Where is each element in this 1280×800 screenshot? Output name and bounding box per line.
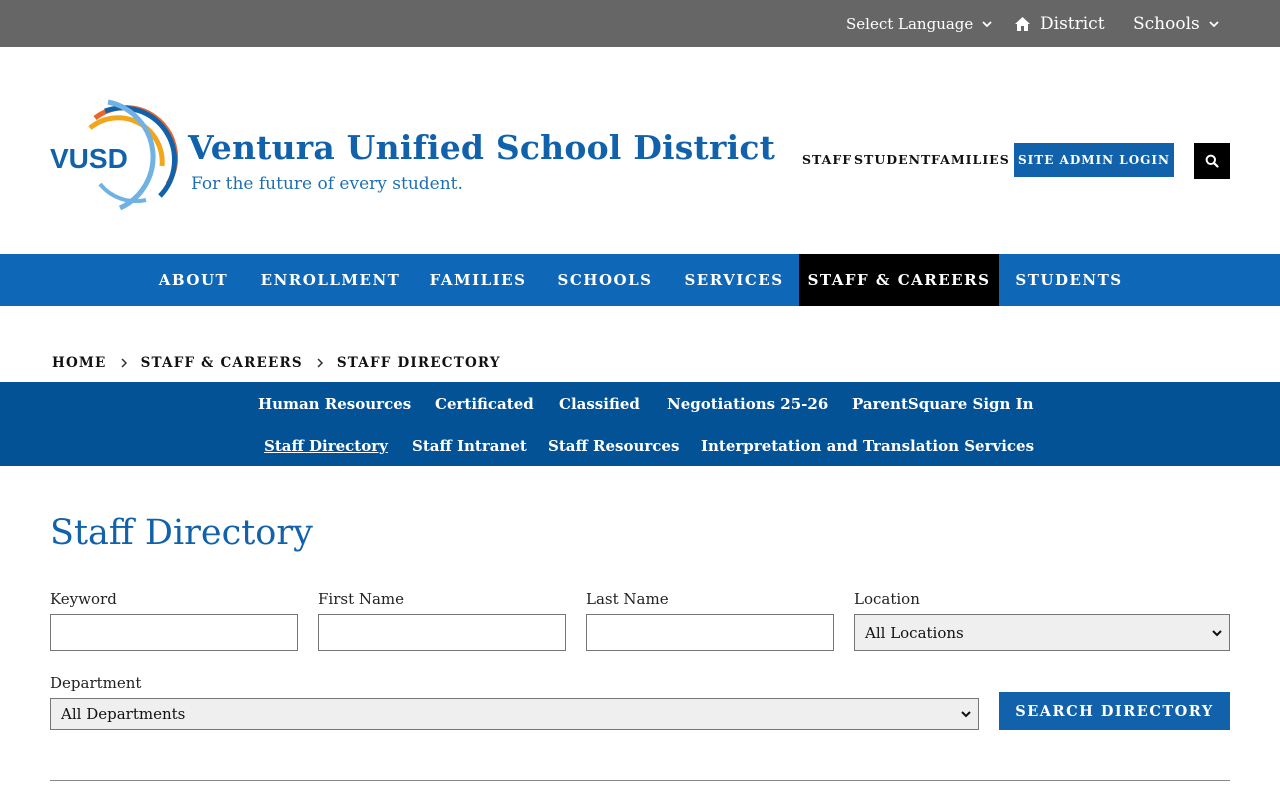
department-select[interactable]: All Departments	[50, 698, 979, 730]
nav-item-about[interactable]: ABOUT	[141, 254, 246, 306]
nav-item-students[interactable]: STUDENTS	[999, 254, 1139, 306]
subnav-staff-resources[interactable]: Staff Resources	[548, 437, 679, 455]
location-select-value: All Locations	[865, 623, 964, 642]
subnav-interpretation[interactable]: Interpretation and Translation Services	[701, 437, 1034, 455]
nav-item-families[interactable]: FAMILIES	[415, 254, 541, 306]
quick-link-staff[interactable]: STAFF	[802, 152, 852, 167]
home-icon	[1015, 16, 1030, 31]
quick-link-families[interactable]: FAMILIES	[931, 152, 1010, 167]
last-name-label: Last Name	[586, 590, 669, 608]
location-label: Location	[854, 590, 920, 608]
subnav-negotiations[interactable]: Negotiations 25-26	[667, 395, 828, 413]
location-select[interactable]: All Locations	[854, 614, 1230, 651]
last-name-input[interactable]	[586, 614, 834, 651]
breadcrumb: HOME STAFF & CAREERS STAFF DIRECTORY	[52, 355, 501, 371]
schools-dropdown[interactable]: Schools	[1133, 0, 1221, 47]
keyword-input[interactable]	[50, 614, 298, 651]
first-name-input[interactable]	[318, 614, 566, 651]
search-directory-button[interactable]: SEARCH DIRECTORY	[999, 692, 1230, 730]
first-name-label: First Name	[318, 590, 405, 608]
main-navigation: ABOUT ENROLLMENT FAMILIES SCHOOLS SERVIC…	[0, 254, 1280, 306]
chevron-down-icon	[1209, 20, 1219, 27]
subnav-staff-directory[interactable]: Staff Directory	[264, 437, 388, 455]
district-link-label: District	[1040, 13, 1105, 34]
subnav-parentsquare[interactable]: ParentSquare Sign In	[852, 395, 1034, 413]
search-button[interactable]	[1194, 143, 1230, 179]
nav-item-services[interactable]: SERVICES	[669, 254, 799, 306]
keyword-label: Keyword	[50, 590, 117, 608]
site-tagline: For the future of every student.	[191, 174, 463, 194]
chevron-down-icon	[1212, 629, 1222, 636]
subnav-staff-intranet[interactable]: Staff Intranet	[412, 437, 527, 455]
search-icon	[1205, 154, 1219, 168]
department-label: Department	[50, 674, 142, 692]
district-logo[interactable]: VUSD	[50, 96, 180, 212]
district-logo-mark: VUSD	[50, 99, 179, 211]
site-title[interactable]: Ventura Unified School District	[188, 128, 775, 167]
nav-item-enrollment[interactable]: ENROLLMENT	[246, 254, 415, 306]
language-selector[interactable]: Select Language	[846, 0, 994, 47]
district-link[interactable]: District	[1014, 0, 1105, 47]
nav-item-staff-careers[interactable]: STAFF & CAREERS	[799, 254, 999, 306]
site-admin-login-button[interactable]: SITE ADMIN LOGIN	[1014, 143, 1174, 177]
chevron-down-icon	[982, 20, 992, 27]
breadcrumb-home[interactable]: HOME	[52, 355, 107, 371]
language-selector-label: Select Language	[846, 14, 974, 33]
breadcrumb-staff-careers[interactable]: STAFF & CAREERS	[141, 355, 303, 371]
utility-bar: Select Language District Schools	[0, 0, 1280, 47]
chevron-right-icon	[317, 358, 323, 368]
subnav-classified[interactable]: Classified	[559, 395, 640, 413]
department-select-value: All Departments	[61, 705, 186, 723]
chevron-right-icon	[121, 358, 127, 368]
quick-link-student[interactable]: STUDENT	[854, 152, 931, 167]
subnav-human-resources[interactable]: Human Resources	[258, 395, 411, 413]
logo-text: VUSD	[50, 143, 128, 174]
subnav-certificated[interactable]: Certificated	[435, 395, 534, 413]
divider	[50, 780, 1230, 781]
schools-dropdown-label: Schools	[1133, 13, 1200, 34]
page-title: Staff Directory	[50, 513, 313, 553]
chevron-down-icon	[961, 711, 971, 718]
section-subnav: Human Resources Certificated Classified …	[0, 382, 1280, 466]
breadcrumb-staff-directory: STAFF DIRECTORY	[336, 355, 501, 371]
nav-item-schools[interactable]: SCHOOLS	[541, 254, 669, 306]
